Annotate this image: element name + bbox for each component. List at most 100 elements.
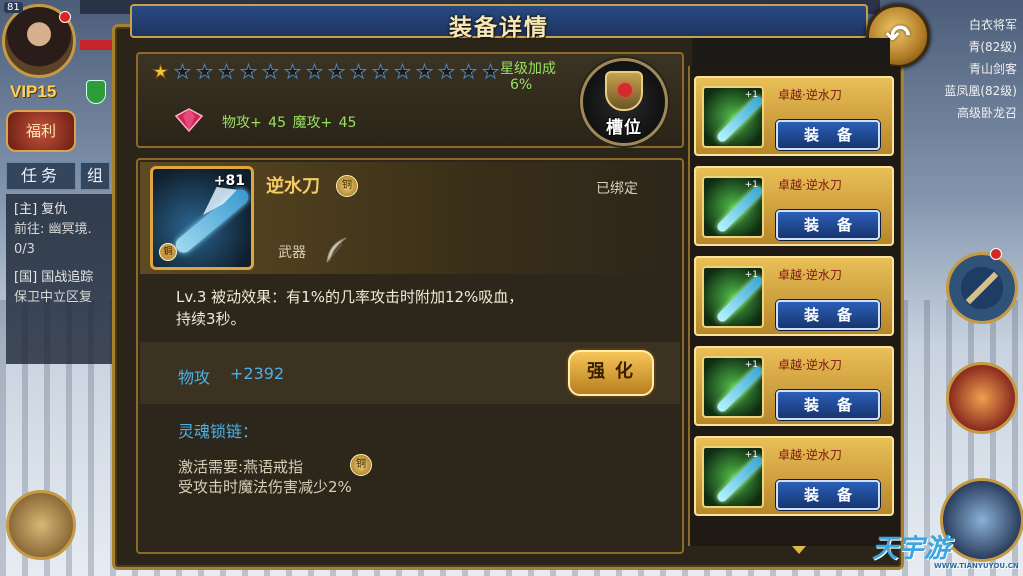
blade-icon: +1 (702, 176, 764, 238)
star-bonus-value: 6% (510, 77, 533, 93)
blade-icon: +1 (702, 446, 764, 508)
list-item-name: 卓越·逆水刀 (778, 448, 842, 462)
list-item-name: 卓越·逆水刀 (778, 88, 842, 102)
star-empty-icon: ★ (261, 61, 280, 83)
guild-shield-icon[interactable] (86, 80, 106, 104)
list-item[interactable]: +1 卓越·逆水刀装备 (694, 346, 894, 426)
coin-icon: 铜 (350, 454, 372, 476)
star-empty-icon: ★ (173, 61, 192, 83)
item-name: 逆水刀 (266, 176, 320, 197)
item-plus: +1 (744, 270, 758, 280)
enhance-level: +81 (213, 173, 245, 189)
star-empty-icon: ★ (283, 61, 302, 83)
star-empty-icon: ★ (415, 61, 434, 83)
slot-label: 槽位 (606, 118, 642, 138)
star-empty-icon: ★ (349, 61, 368, 83)
equip-button[interactable]: 装备 (776, 480, 880, 510)
feather-icon (326, 237, 347, 263)
player-level: 81 (4, 2, 23, 13)
nearby-player: 青山剑客 (968, 62, 1017, 76)
list-item-name: 卓越·逆水刀 (778, 358, 842, 372)
star-empty-icon: ★ (481, 61, 500, 83)
quest-detail: 保卫中立区复 (14, 290, 93, 305)
passive-effect: Lv.3 被动效果：有1%的几率攻击时附加12%吸血，持续3秒。 (176, 288, 524, 328)
blade-icon[interactable]: +81 铜 (150, 166, 254, 270)
soul-chain-label: 灵魂锁链： (178, 422, 259, 441)
dialog-title: 装备详情 (449, 15, 549, 41)
star-rating: ★ ★ ★ ★ ★ ★ ★ ★ ★ ★ ★ ★ ★ ★ ★ ★ (150, 61, 501, 84)
list-header (692, 38, 890, 66)
blade-shape (715, 184, 762, 234)
hp-bar (80, 40, 112, 50)
item-plus: +1 (744, 90, 758, 100)
blade-icon: +1 (702, 266, 764, 328)
blade-shape (715, 274, 762, 324)
activate-requirement: 激活需要:燕语戒指 (178, 458, 304, 476)
quest-title[interactable]: [国] 国战追踪 (14, 268, 106, 288)
watermark-logo: 天宇游 WWW.TIANYUYOU.CN (872, 528, 1022, 572)
star-empty-icon: ★ (239, 61, 258, 83)
list-item[interactable]: +1 卓越·逆水刀装备 (694, 166, 894, 246)
item-plus: +1 (744, 450, 758, 460)
gourd-icon[interactable] (6, 490, 76, 560)
star-empty-icon: ★ (371, 61, 390, 83)
nearby-player: 蓝凤凰(82级) (944, 84, 1017, 98)
star-empty-icon: ★ (437, 61, 456, 83)
attack-label: 物攻 (178, 368, 211, 387)
watermark-sub: WWW.TIANYUYOU.CN (934, 562, 1019, 570)
dialog-title-bar: 装备详情 (130, 4, 868, 41)
bound-status: 已绑定 (596, 181, 638, 197)
star-empty-icon: ★ (305, 61, 324, 83)
star-empty-icon: ★ (393, 61, 412, 83)
list-item[interactable]: +1 卓越·逆水刀装备 (694, 436, 894, 516)
compass-icon[interactable] (946, 252, 1018, 324)
welfare-button[interactable]: 福利 (6, 110, 76, 152)
blade-icon: +1 (702, 86, 764, 148)
item-type: 武器 (278, 245, 306, 261)
equip-button[interactable]: 装备 (776, 300, 880, 330)
star-empty-icon: ★ (459, 61, 478, 83)
blade-shape (715, 454, 762, 504)
attack-value: +2392 (230, 364, 285, 383)
nearby-player: 高级卧龙召 (956, 106, 1017, 120)
coin-icon: 铜 (336, 175, 358, 197)
star-bonus-label: 星级加成 (500, 61, 556, 77)
quest-title[interactable]: [主] 复仇 (14, 200, 106, 220)
enhance-button[interactable]: 强化 (568, 350, 654, 396)
blade-icon: +1 (702, 356, 764, 418)
star-empty-icon: ★ (217, 61, 236, 83)
equip-button[interactable]: 装备 (776, 120, 880, 150)
player-avatar[interactable] (2, 4, 76, 78)
item-plus: +1 (744, 360, 758, 370)
blade-shape (715, 94, 762, 144)
skill-button[interactable] (946, 362, 1018, 434)
ruby-gem-icon (174, 108, 204, 132)
tab-team[interactable]: 组 (80, 162, 110, 190)
quest-tracker[interactable]: [主] 复仇 前往: 幽冥境. 0/3 [国] 国战追踪 保卫中立区复 (6, 194, 114, 364)
notification-dot-icon (990, 248, 1002, 260)
notification-dot-icon (59, 11, 71, 23)
list-item-name: 卓越·逆水刀 (778, 178, 842, 192)
equip-button[interactable]: 装备 (776, 390, 880, 420)
list-item[interactable]: +1 卓越·逆水刀装备 (694, 76, 894, 156)
watermark-text: 天宇游 (872, 534, 951, 564)
list-item-name: 卓越·逆水刀 (778, 268, 842, 282)
slot-emblem-icon (605, 71, 643, 111)
blade-shape (715, 364, 762, 414)
star-empty-icon: ★ (327, 61, 346, 83)
list-item[interactable]: +1 卓越·逆水刀装备 (694, 256, 894, 336)
star-filled-icon: ★ (151, 61, 170, 83)
gem-stats: 物攻+ 45 魔攻+ 45 (222, 115, 357, 131)
item-plus: +1 (744, 180, 758, 190)
tab-quest[interactable]: 任务 (6, 162, 76, 190)
vip-badge[interactable]: VIP15 (10, 82, 56, 102)
star-empty-icon: ★ (195, 61, 214, 83)
damage-reduction: 受攻击时魔法伤害减少2% (178, 478, 352, 496)
quest-detail: 前往: 幽冥境. (14, 222, 92, 237)
blade-shape (172, 185, 251, 257)
coin-badge-icon: 铜 (159, 243, 177, 261)
slot-button[interactable]: 槽位 (580, 58, 668, 146)
quest-progress: 0/3 (14, 242, 35, 257)
equip-button[interactable]: 装备 (776, 210, 880, 240)
scroll-down-icon[interactable] (792, 546, 806, 554)
